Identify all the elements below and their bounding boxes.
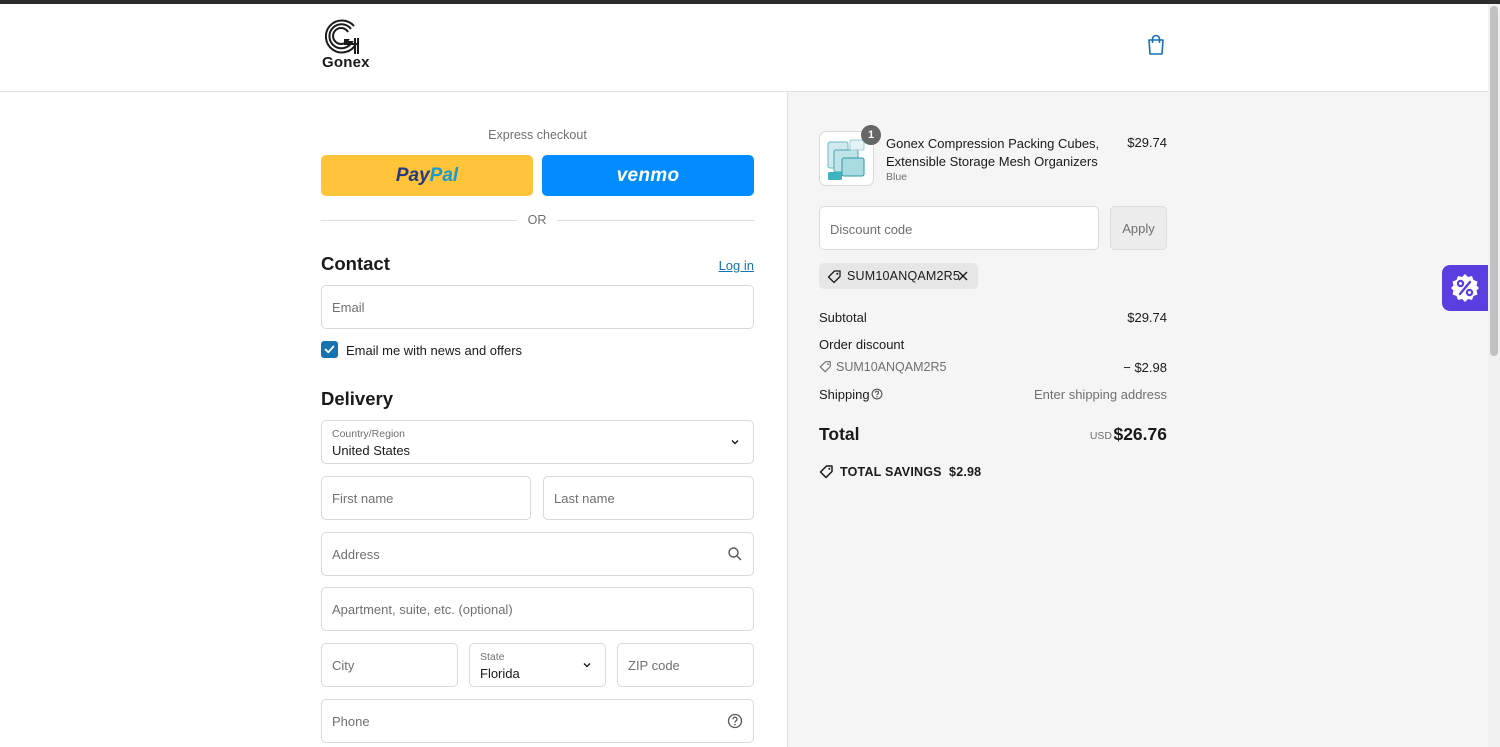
or-divider-label: OR bbox=[527, 213, 547, 227]
contact-heading: Contact bbox=[321, 253, 390, 274]
first-name-field[interactable]: First name bbox=[321, 476, 531, 520]
newsletter-label: Email me with news and offers bbox=[346, 343, 523, 358]
city-field[interactable]: City bbox=[321, 643, 458, 687]
chevron-down-icon bbox=[731, 440, 739, 445]
phone-placeholder: Phone bbox=[332, 714, 370, 729]
shipping-value: Enter shipping address bbox=[1034, 387, 1167, 402]
paypal-logo-part1: Pay bbox=[395, 164, 430, 186]
country-value: United States bbox=[332, 443, 411, 458]
product-title: Gonex Compression Packing Cubes, Extensi… bbox=[886, 136, 1100, 169]
percent-badge-icon bbox=[1451, 274, 1479, 302]
state-value: Florida bbox=[480, 666, 520, 681]
email-field[interactable]: Email bbox=[321, 285, 754, 329]
email-placeholder: Email bbox=[332, 300, 365, 315]
checkout-header bbox=[0, 4, 1488, 92]
total-amount: $26.76 bbox=[1113, 424, 1167, 444]
total-savings: TOTAL SAVINGS $2.98 bbox=[819, 464, 981, 479]
discount-code-input[interactable]: Discount code bbox=[819, 206, 1099, 250]
promo-widget-button[interactable] bbox=[1442, 265, 1488, 311]
total-savings-label: TOTAL SAVINGS bbox=[840, 465, 942, 479]
zip-placeholder: ZIP code bbox=[628, 658, 680, 673]
help-circle-icon[interactable] bbox=[727, 713, 743, 729]
product-variant: Blue bbox=[886, 171, 908, 183]
discount-placeholder: Discount code bbox=[830, 222, 913, 237]
product-price: $29.74 bbox=[1127, 135, 1167, 150]
last-name-field[interactable]: Last name bbox=[543, 476, 754, 520]
quantity-badge: 1 bbox=[861, 125, 881, 145]
first-name-placeholder: First name bbox=[332, 491, 394, 506]
divider-right bbox=[557, 220, 754, 221]
total-label: Total bbox=[819, 424, 860, 444]
help-circle-icon[interactable] bbox=[871, 388, 883, 400]
chevron-down-icon bbox=[583, 663, 591, 668]
divider-left bbox=[321, 220, 517, 221]
last-name-placeholder: Last name bbox=[554, 491, 615, 506]
tag-icon bbox=[819, 465, 833, 479]
apply-discount-button[interactable]: Apply bbox=[1110, 206, 1167, 250]
apartment-placeholder: Apartment, suite, etc. (optional) bbox=[332, 602, 513, 617]
order-discount-value: − $2.98 bbox=[1123, 360, 1167, 375]
shipping-label: Shipping bbox=[819, 387, 870, 402]
phone-field[interactable]: Phone bbox=[321, 699, 754, 743]
applied-discount-code: SUM10ANQAM2R5 bbox=[847, 269, 961, 283]
newsletter-checkbox[interactable] bbox=[321, 341, 338, 358]
venmo-button[interactable]: venmo bbox=[542, 155, 754, 196]
state-select[interactable]: State Florida bbox=[469, 643, 606, 687]
express-checkout-label: Express checkout bbox=[488, 128, 587, 142]
search-icon bbox=[728, 547, 742, 561]
total-currency: USD bbox=[1089, 430, 1112, 442]
applied-discount-chip: SUM10ANQAM2R5 bbox=[819, 263, 978, 289]
subtotal-label: Subtotal bbox=[819, 310, 867, 325]
city-placeholder: City bbox=[332, 658, 355, 673]
delivery-heading: Delivery bbox=[321, 388, 393, 409]
shopping-bag-icon[interactable] bbox=[1146, 34, 1166, 56]
total-savings-value: $2.98 bbox=[949, 465, 982, 479]
venmo-logo: venmo bbox=[616, 164, 680, 186]
remove-discount-icon[interactable] bbox=[957, 270, 969, 282]
tag-icon bbox=[827, 270, 841, 284]
paypal-button[interactable]: Pay Pal bbox=[321, 155, 533, 196]
country-label: Country/Region bbox=[332, 428, 405, 440]
order-discount-label: Order discount bbox=[819, 337, 905, 352]
page-scrollbar[interactable] bbox=[1488, 4, 1500, 747]
login-link[interactable]: Log in bbox=[700, 258, 754, 273]
state-label: State bbox=[480, 651, 505, 663]
country-select[interactable]: Country/Region United States bbox=[321, 420, 754, 464]
zip-field[interactable]: ZIP code bbox=[617, 643, 754, 687]
order-summary-panel bbox=[787, 92, 1488, 747]
scrollbar-thumb[interactable] bbox=[1490, 6, 1498, 356]
tag-icon bbox=[819, 361, 831, 373]
subtotal-value: $29.74 bbox=[1127, 310, 1167, 325]
address-field[interactable]: Address bbox=[321, 532, 754, 576]
brand-name: Gonex bbox=[322, 54, 370, 71]
apartment-field[interactable]: Apartment, suite, etc. (optional) bbox=[321, 587, 754, 631]
address-placeholder: Address bbox=[332, 547, 380, 562]
order-discount-code: SUM10ANQAM2R5 bbox=[836, 360, 947, 374]
paypal-logo-part2: Pal bbox=[429, 164, 459, 186]
